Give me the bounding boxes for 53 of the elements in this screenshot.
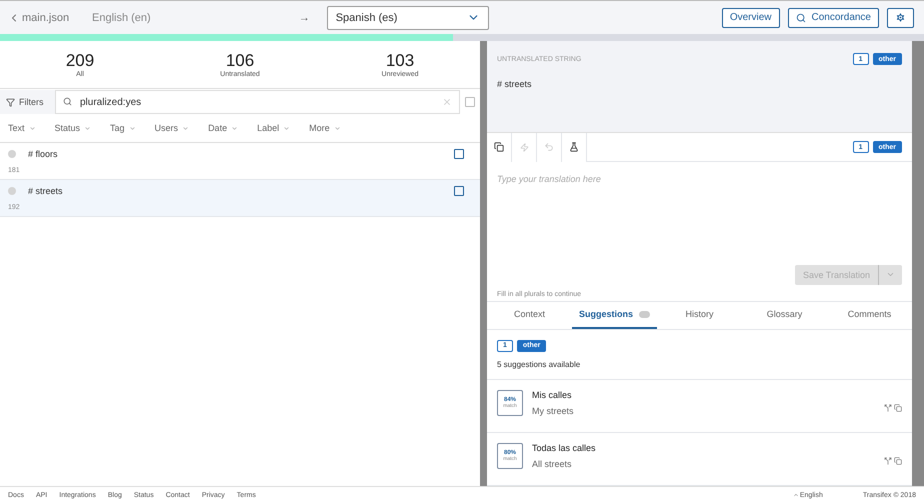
facet-dropdown[interactable]: More [309,123,341,133]
chevron-icon [128,124,136,132]
suggestion-source: All streets [532,458,573,469]
chevron-icon [231,124,238,132]
facet-dropdown[interactable]: Users [154,123,190,133]
copy-icon[interactable] [894,404,902,412]
chevron-icon [334,124,341,132]
settings-icon [895,12,906,23]
count-pill-icon [639,310,650,318]
chevron-icon [182,124,190,132]
row-checkbox[interactable] [454,186,464,196]
source-text: # streets [497,79,533,89]
suggestion-text: Mis calles [532,390,573,400]
source-language: English (en) [92,12,151,24]
suggestion-text: Todas las calles [532,442,597,453]
select-all-checkbox[interactable] [465,97,475,107]
status-dot [8,150,16,158]
search-icon [63,97,72,106]
overview-button[interactable]: Overview [722,8,780,28]
facet-dropdown[interactable]: Label [257,123,290,133]
filters-button[interactable]: Filters [0,90,55,114]
facet-dropdown[interactable]: Status [54,123,92,133]
stat-value: 103 [386,51,414,70]
branch-icon[interactable] [884,404,892,412]
undo-icon [544,142,554,152]
chevron-icon [283,124,290,132]
facet-dropdown[interactable]: Text [8,123,36,133]
lightning-icon [520,142,528,152]
arrow-text: → [298,12,311,24]
suggestions-summary: 5 suggestions available [497,360,582,369]
suggestion-source: My streets [532,406,575,416]
caret-icon [792,492,799,498]
copy-icon[interactable] [894,456,902,465]
row-checkbox[interactable] [454,149,464,159]
string-text: # streets [28,186,64,196]
facet-dropdown[interactable]: Date [208,123,238,133]
status-dot [8,187,16,195]
filter-icon [6,98,15,106]
concordance-button[interactable]: Concordance [788,8,879,28]
string-text: # floors [28,149,59,159]
facet-dropdown[interactable]: Tag [110,123,136,133]
flask-icon [569,142,579,152]
chevron-icon [28,124,36,132]
copy-icon [494,142,504,152]
settings-button[interactable] [887,8,914,28]
stat-value: 106 [226,51,254,70]
chevron-icon [84,124,92,132]
back-link[interactable]: main.json [8,12,84,24]
stat-value: 209 [66,51,94,70]
language-select[interactable]: Spanish (es) [326,6,489,30]
search-icon [796,12,806,22]
branch-icon[interactable] [884,456,892,465]
search-field[interactable]: pluralized:yes [55,90,460,114]
